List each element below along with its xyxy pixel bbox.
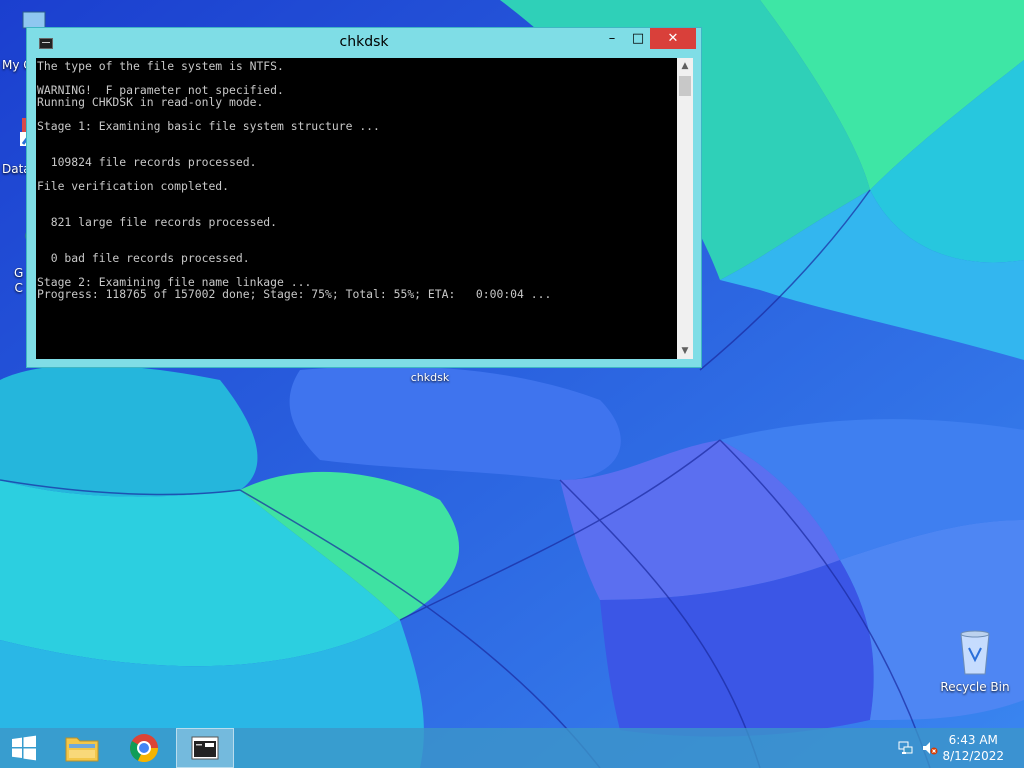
console-icon (191, 736, 219, 760)
console-output-text: The type of the file system is NTFS. WAR… (36, 58, 677, 302)
scroll-thumb[interactable] (679, 76, 691, 96)
scroll-up-arrow-icon[interactable]: ▲ (677, 58, 693, 74)
close-button[interactable]: ✕ (650, 28, 696, 49)
taskbar: 6:43 AM 8/12/2022 (0, 728, 1024, 768)
window-desktop-label: chkdsk (410, 371, 450, 384)
scroll-down-arrow-icon[interactable]: ▼ (677, 343, 693, 359)
console-line: File verification completed. (37, 179, 230, 193)
taskbar-file-explorer[interactable] (56, 728, 108, 768)
tray-volume[interactable] (920, 728, 940, 768)
taskbar-console[interactable] (176, 728, 234, 768)
console-window[interactable]: chkdsk – □ ✕ The type of the file system… (26, 27, 702, 368)
minimize-button[interactable]: – (599, 28, 625, 49)
console-output-area[interactable]: The type of the file system is NTFS. WAR… (36, 58, 677, 359)
folder-icon (65, 737, 99, 762)
desktop-icon-label: Recycle Bin (940, 680, 1010, 694)
desktop-icon-recycle-bin[interactable]: Recycle Bin (938, 630, 1012, 694)
window-titlebar[interactable]: chkdsk – □ ✕ (27, 28, 701, 58)
console-line: Progress: 118765 of 157002 done; Stage: … (37, 287, 552, 301)
taskbar-clock[interactable]: 6:43 AM 8/12/2022 (942, 732, 1004, 764)
console-line: Stage 1: Examining basic file system str… (37, 119, 380, 133)
vertical-scrollbar[interactable]: ▲ ▼ (677, 58, 693, 359)
console-line: 109824 file records processed. (37, 155, 257, 169)
taskbar-chrome[interactable] (118, 728, 170, 768)
recycle-bin-icon (955, 630, 995, 675)
console-line: Running CHKDSK in read-only mode. (37, 95, 264, 109)
console-line: The type of the file system is NTFS. (37, 59, 284, 73)
volume-muted-icon (923, 742, 938, 755)
windows-logo-icon (12, 735, 36, 761)
maximize-button[interactable]: □ (625, 28, 651, 49)
desktop-icon-label: G C (14, 266, 24, 295)
clock-time: 6:43 AM (948, 733, 998, 747)
console-line: 0 bad file records processed. (37, 251, 250, 265)
chrome-icon (130, 734, 159, 763)
network-icon (898, 741, 913, 754)
start-button[interactable] (0, 728, 48, 768)
tray-network[interactable] (896, 728, 916, 768)
console-line: 821 large file records processed. (37, 215, 278, 229)
clock-date: 8/12/2022 (942, 749, 1004, 763)
